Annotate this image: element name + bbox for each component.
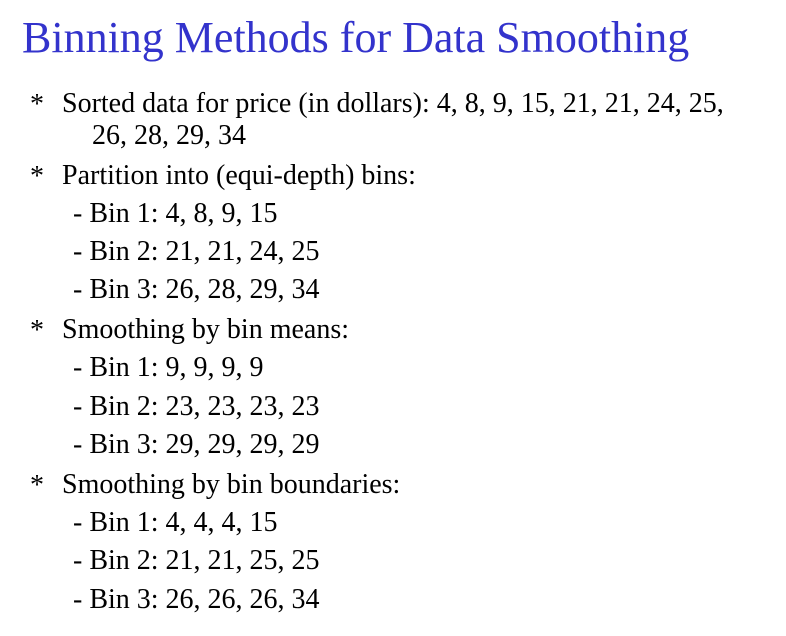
boundaries-bin-3: - Bin 3: 26, 26, 26, 34 xyxy=(73,584,320,615)
means-bin-2: - Bin 2: 23, 23, 23, 23 xyxy=(73,391,320,422)
bullet-marker: * xyxy=(30,315,44,346)
slide-title: Binning Methods for Data Smoothing xyxy=(22,13,690,62)
boundaries-bin-1: - Bin 1: 4, 4, 4, 15 xyxy=(73,507,278,538)
partition-bin-2: - Bin 2: 21, 21, 24, 25 xyxy=(73,236,320,267)
means-bin-3: - Bin 3: 29, 29, 29, 29 xyxy=(73,429,320,460)
bullet-marker: * xyxy=(30,470,44,501)
bullet-marker: * xyxy=(30,89,44,120)
boundaries-bin-2: - Bin 2: 21, 21, 25, 25 xyxy=(73,545,320,576)
bullet-sorted-data-line-1: Sorted data for price (in dollars): 4, 8… xyxy=(62,88,724,119)
bullet-sorted-data-line-2: 26, 28, 29, 34 xyxy=(92,120,246,151)
bullet-partition: Partition into (equi-depth) bins: xyxy=(62,160,416,191)
slide: Binning Methods for Data Smoothing * Sor… xyxy=(0,0,786,636)
bullet-bin-boundaries: Smoothing by bin boundaries: xyxy=(62,469,401,500)
bullet-bin-means: Smoothing by bin means: xyxy=(62,314,349,345)
bullet-marker: * xyxy=(30,161,44,192)
partition-bin-3: - Bin 3: 26, 28, 29, 34 xyxy=(73,274,320,305)
means-bin-1: - Bin 1: 9, 9, 9, 9 xyxy=(73,352,264,383)
partition-bin-1: - Bin 1: 4, 8, 9, 15 xyxy=(73,198,278,229)
